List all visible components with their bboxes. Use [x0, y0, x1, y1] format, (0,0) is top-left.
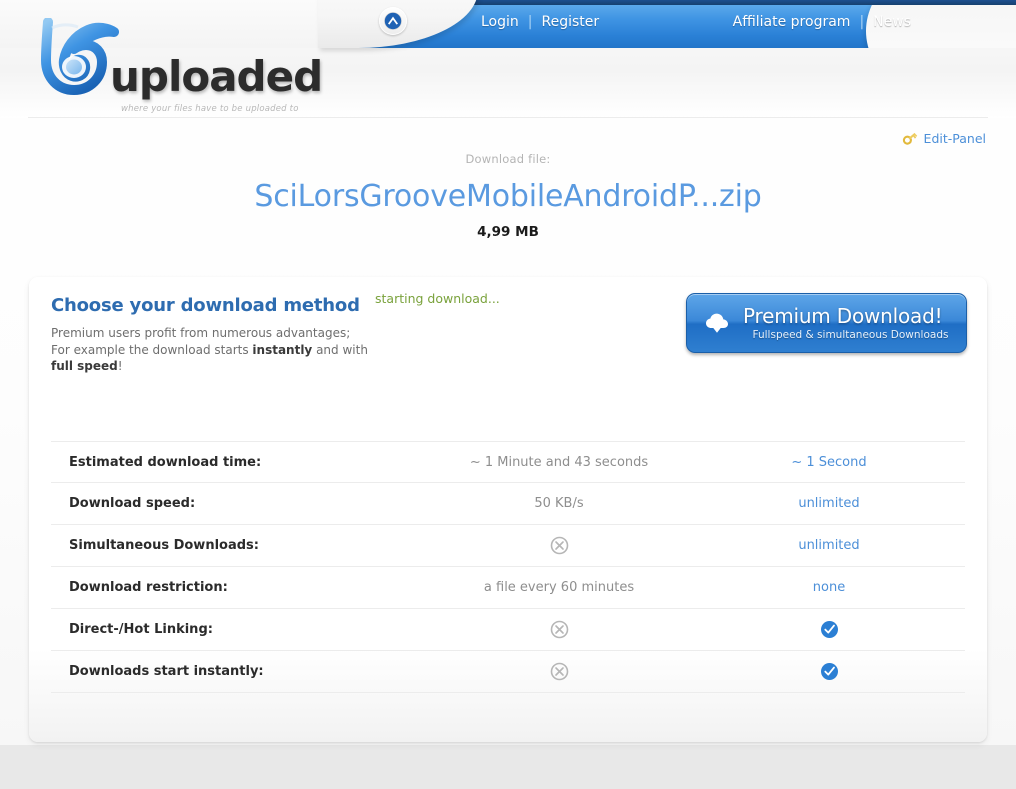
card-description: Premium users profit from numerous advan…	[51, 325, 381, 375]
file-size: 4,99 MB	[477, 224, 539, 240]
table-row: Downloads start instantly:	[51, 651, 965, 693]
feature-label: Simultaneous Downloads:	[69, 538, 259, 553]
file-info-block: Download file: SciLorsGrooveMobileAndroi…	[0, 152, 1016, 240]
desc-line-3-b: !	[117, 359, 123, 373]
cross-circle-icon	[550, 536, 568, 555]
check-circle-icon	[820, 663, 838, 680]
nav-link-login[interactable]: Login	[481, 14, 519, 30]
free-value: ~ 1 Minute and 43 seconds	[469, 454, 649, 470]
desc-line-2-a: For example the download starts	[51, 342, 253, 357]
desc-line-1: Premium users profit from numerous advan…	[51, 326, 351, 340]
check-circle-icon	[820, 621, 838, 638]
download-status-text: starting download...	[375, 291, 500, 306]
download-file-label: Download file:	[465, 152, 551, 166]
feature-label: Estimated download time:	[69, 454, 262, 470]
table-row: Estimated download time: ~ 1 Minute and 4…	[51, 441, 965, 483]
cloud-download-icon	[706, 313, 728, 333]
edit-panel-label: Edit-Panel	[923, 130, 986, 146]
logo-tagline: where your files have to be uploaded to	[121, 104, 299, 114]
edit-panel-link[interactable]: Edit-Panel	[902, 130, 986, 146]
nav-links-right: Affiliate program | News	[733, 14, 911, 30]
free-value: 50 KB/s	[534, 496, 584, 511]
table-row: Simultaneous Downloads: unlimited	[51, 525, 965, 567]
cross-circle-icon	[550, 620, 568, 639]
feature-label: Direct-/Hot Linking:	[69, 622, 213, 637]
table-row: Direct-/Hot Linking:	[51, 609, 965, 651]
chevron-up-icon[interactable]	[379, 7, 407, 35]
premium-value: unlimited	[798, 496, 860, 511]
premium-value: none	[812, 580, 846, 595]
premium-value	[693, 620, 965, 639]
nav-link-register[interactable]: Register	[542, 14, 600, 30]
table-row: Download speed: 50 KB/s unlimited	[51, 483, 965, 525]
feature-label: Downloads start instantly:	[69, 664, 264, 679]
file-name[interactable]: SciLorsGrooveMobileAndroidP...zip	[0, 179, 1016, 214]
feature-label: Download restriction:	[69, 580, 228, 595]
desc-line-2-c: and with	[312, 342, 368, 357]
nav-link-affiliate-program[interactable]: Affiliate program	[733, 14, 851, 30]
nav-separator: |	[859, 14, 865, 30]
premium-button-title: Premium Download!	[743, 303, 943, 328]
premium-value: ~ 1 Second	[791, 454, 867, 470]
header-divider	[28, 117, 988, 118]
free-value	[425, 536, 693, 555]
desc-instantly: instantly	[252, 342, 313, 357]
nav-link-news[interactable]: News	[873, 14, 911, 30]
premium-download-button[interactable]: Premium Download! Fullspeed & simultaneo…	[686, 293, 967, 353]
desc-full-speed: full speed	[51, 359, 118, 373]
key-icon	[902, 132, 917, 145]
cross-circle-icon	[550, 662, 568, 681]
free-value	[425, 620, 693, 639]
premium-button-subtitle: Fullspeed & simultaneous Downloads	[752, 328, 949, 341]
site-header: Login | Register Affiliate program | News	[0, 0, 1016, 118]
nav-separator: |	[527, 14, 533, 30]
download-method-card: Choose your download method Premium user…	[29, 277, 987, 742]
comparison-table: Estimated download time: ~ 1 Minute and 4…	[51, 441, 965, 693]
nav-links-left: Login | Register	[481, 14, 599, 30]
premium-value: unlimited	[798, 538, 860, 553]
table-row: Download restriction: a file every 60 min…	[51, 567, 965, 609]
logo-wordmark: uploaded	[110, 52, 323, 101]
site-logo[interactable]: uploaded where your files have to be upl…	[14, 18, 323, 114]
card-title: Choose your download method	[51, 295, 360, 316]
free-value	[425, 662, 693, 681]
premium-value	[693, 662, 965, 681]
feature-label: Download speed:	[69, 496, 196, 511]
free-value: a file every 60 minutes	[483, 580, 635, 595]
